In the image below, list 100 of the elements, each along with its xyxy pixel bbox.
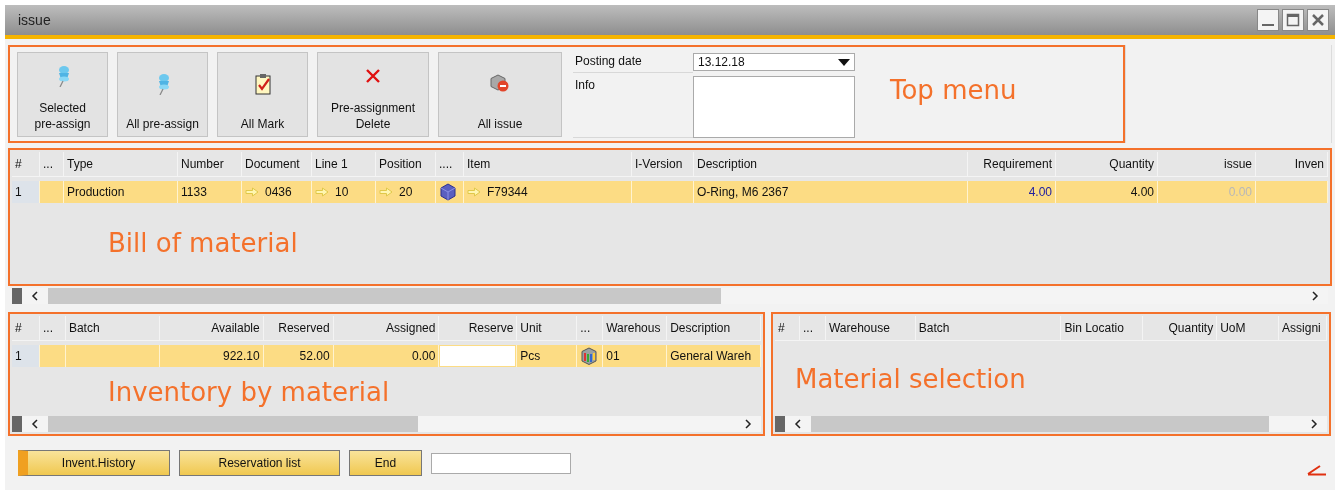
column-header[interactable]: Position <box>379 157 422 171</box>
arrow-icon[interactable] <box>315 187 329 197</box>
table-cell: 1133 <box>181 185 207 199</box>
input-field[interactable] <box>431 452 571 474</box>
column-header[interactable]: # <box>15 321 22 335</box>
column-header[interactable]: Type <box>67 157 93 171</box>
action-button[interactable]: End <box>349 450 422 476</box>
column-header[interactable]: Line 1 <box>315 157 348 171</box>
minimize-button[interactable] <box>1257 9 1279 31</box>
column-header[interactable]: Assigni <box>1282 321 1321 335</box>
horizontal-scrollbar[interactable] <box>12 416 761 432</box>
warehouse-icon[interactable] <box>580 347 599 365</box>
table-cell: Production <box>67 185 125 199</box>
action-button[interactable]: Invent.History <box>18 450 170 476</box>
resize-grip-icon[interactable] <box>1306 464 1328 476</box>
caret-icon[interactable] <box>838 58 850 66</box>
toolbar-button[interactable]: Selected pre-assign <box>17 51 108 137</box>
table-cell: 01 <box>606 349 620 363</box>
info-field[interactable] <box>693 76 855 138</box>
box-minus-icon <box>489 74 511 94</box>
column-header[interactable]: Reserved <box>278 321 330 335</box>
column-header[interactable]: Description <box>670 321 731 335</box>
table-cell: General Wareh <box>670 349 752 363</box>
scroll-thumb[interactable] <box>48 416 418 432</box>
column-header[interactable]: Bin Locatio <box>1064 321 1124 335</box>
toolbar-button[interactable]: Pre-assignment Delete <box>317 51 429 137</box>
column-header[interactable]: # <box>15 157 22 171</box>
table-cell: 20 <box>399 185 413 199</box>
column-header[interactable]: Number <box>181 157 224 171</box>
scroll-handle[interactable] <box>12 416 22 432</box>
annotation-label: Material selection <box>795 363 1026 394</box>
minimize-icon <box>1262 23 1274 26</box>
delete-icon <box>364 67 382 85</box>
column-header[interactable]: UoM <box>1220 321 1246 335</box>
scroll-left-icon[interactable] <box>31 419 39 429</box>
column-header[interactable]: # <box>778 321 785 335</box>
column-header[interactable]: ... <box>43 157 53 171</box>
scroll-handle[interactable] <box>12 288 22 304</box>
table-row[interactable]: 1 Production 1133 0436 10 20 F79344 O-Ring, M6 2367 4.00 4.00 0.00 <box>12 181 1328 203</box>
table-cell: 0.00 <box>412 349 436 363</box>
table-cell: 922.10 <box>222 349 260 363</box>
table-cell: 4.00 <box>1028 185 1052 199</box>
column-header[interactable]: Assigned <box>386 321 436 335</box>
column-header[interactable]: .... <box>439 157 453 171</box>
table-cell: 52.00 <box>299 349 330 363</box>
column-header[interactable]: Warehouse <box>828 321 890 335</box>
scroll-right-icon[interactable] <box>1310 419 1318 429</box>
scroll-handle[interactable] <box>775 416 785 432</box>
arrow-icon[interactable] <box>245 187 259 197</box>
scroll-left-icon[interactable] <box>31 291 39 301</box>
scroll-right-icon[interactable] <box>744 419 752 429</box>
horizontal-scrollbar[interactable] <box>775 416 1327 432</box>
scroll-thumb[interactable] <box>811 416 1269 432</box>
scroll-right-icon[interactable] <box>1311 291 1319 301</box>
cube-icon[interactable] <box>439 183 457 201</box>
table-cell: 0.00 <box>1228 185 1252 199</box>
row-number-cell[interactable]: 1 <box>12 345 40 367</box>
column-header[interactable]: Batch <box>918 321 950 335</box>
annotation-label: Top menu <box>890 75 1017 105</box>
column-header[interactable]: Batch <box>68 321 100 335</box>
maximize-button[interactable] <box>1282 9 1304 31</box>
scroll-thumb[interactable] <box>48 288 721 304</box>
column-header[interactable]: ... <box>802 321 813 335</box>
annotation-label: Bill of material <box>108 227 298 258</box>
action-button[interactable]: Reservation list <box>179 450 340 476</box>
column-header[interactable]: Available <box>211 321 260 335</box>
close-button[interactable] <box>1307 9 1329 31</box>
annotation-label: Inventory by material <box>108 376 390 407</box>
arrow-icon[interactable] <box>467 187 481 197</box>
table-cell: 10 <box>335 185 349 199</box>
column-header[interactable]: Unit <box>520 321 542 335</box>
column-header[interactable]: Quantity <box>1168 321 1214 335</box>
column-header[interactable]: Warehous <box>606 321 661 335</box>
toolbar-button[interactable]: All Mark <box>217 51 308 137</box>
column-header[interactable]: Description <box>697 157 758 171</box>
table-cell: O-Ring, M6 2367 <box>697 185 789 199</box>
column-header[interactable]: Requirement <box>983 157 1052 171</box>
column-header[interactable]: issue <box>1224 157 1252 171</box>
column-header[interactable]: Reserve <box>468 321 514 335</box>
column-header[interactable]: Quantity <box>1109 157 1154 171</box>
table-cell: F79344 <box>487 185 528 199</box>
clipboard-check-icon <box>253 73 272 95</box>
column-header[interactable]: Document <box>245 157 300 171</box>
table-row[interactable]: 1 922.10 52.00 0.00 Pcs 01 General Wareh <box>12 345 761 367</box>
input-field[interactable] <box>440 346 516 366</box>
column-header[interactable]: Inven <box>1294 157 1324 171</box>
table-cell: 0436 <box>265 185 292 199</box>
column-header[interactable]: ... <box>580 321 591 335</box>
table-cell: 4.00 <box>1130 185 1154 199</box>
column-header[interactable]: I-Version <box>635 157 683 171</box>
maximize-icon <box>1286 13 1300 27</box>
date-dropdown[interactable]: 13.12.18 <box>693 53 855 71</box>
toolbar-button[interactable]: All pre-assign <box>117 51 208 137</box>
column-header[interactable]: ... <box>42 321 53 335</box>
table-cell: Pcs <box>520 349 541 363</box>
arrow-icon[interactable] <box>379 187 393 197</box>
toolbar-button[interactable]: All issue <box>438 51 562 137</box>
scroll-left-icon[interactable] <box>794 419 802 429</box>
row-number-cell[interactable]: 1 <box>12 181 40 203</box>
column-header[interactable]: Item <box>467 157 491 171</box>
